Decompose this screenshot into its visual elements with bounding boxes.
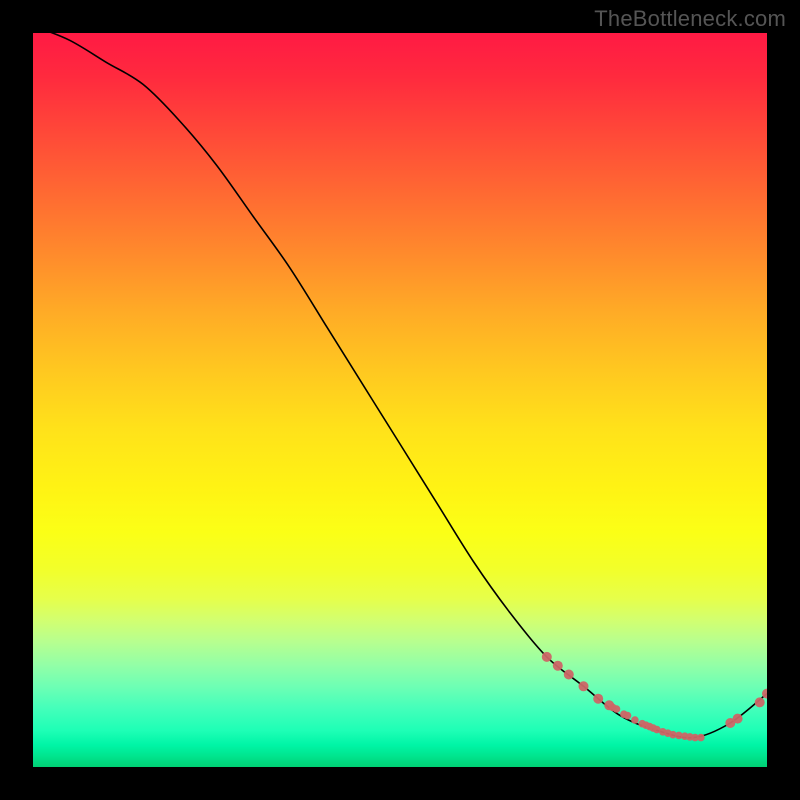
highlight-point <box>593 694 603 704</box>
highlight-point <box>564 670 574 680</box>
plot-area <box>33 33 767 767</box>
highlight-point <box>631 716 639 724</box>
watermark-text: TheBottleneck.com <box>594 6 786 32</box>
highlight-point <box>553 661 563 671</box>
highlight-point <box>697 734 705 742</box>
curve-svg <box>33 33 767 767</box>
highlight-point <box>542 652 552 662</box>
highlight-point <box>624 712 632 720</box>
curve-line <box>33 33 767 738</box>
highlight-point <box>579 681 589 691</box>
highlight-points <box>542 652 767 741</box>
highlight-point <box>733 714 743 724</box>
chart-frame: TheBottleneck.com <box>0 0 800 800</box>
highlight-point <box>755 697 765 707</box>
highlight-point <box>613 705 621 713</box>
